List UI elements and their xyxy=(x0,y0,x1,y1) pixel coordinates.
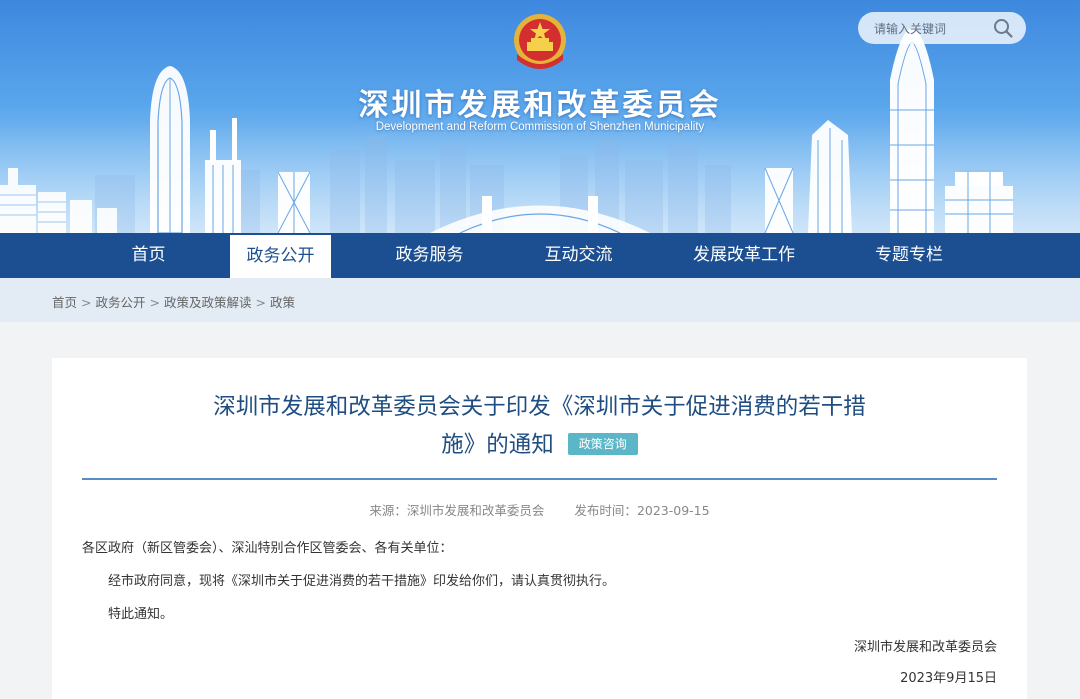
breadcrumb-item-home[interactable]: 首页 xyxy=(52,295,77,310)
article-title-line1: 深圳市发展和改革委员会关于印发《深圳市关于促进消费的若干措 xyxy=(213,394,866,420)
source-value: 深圳市发展和改革委员会 xyxy=(406,503,545,518)
nav-item-home[interactable]: 首页 xyxy=(98,233,199,278)
national-emblem-icon xyxy=(514,14,566,69)
nav-item-reform-work[interactable]: 发展改革工作 xyxy=(670,233,818,278)
header-banner: 深圳市发展和改革委员会 Development and Reform Commi… xyxy=(0,0,1080,233)
nav-item-government-affairs-open[interactable]: 政务公开 xyxy=(230,235,331,278)
main-nav: 首页 政务公开 政务服务 互动交流 发展改革工作 专题专栏 xyxy=(0,233,1080,278)
salutation: 各区政府（新区管委会）、深汕特别合作区管委会、各有关单位： xyxy=(82,541,453,556)
breadcrumb-item-policy[interactable]: 政策 xyxy=(270,295,295,310)
breadcrumb-separator: > xyxy=(149,295,160,310)
category-badge[interactable]: 政策咨询 xyxy=(567,433,638,455)
source-label: 来源： xyxy=(369,503,407,518)
signature-date: 2023年9月15日 xyxy=(900,671,997,686)
signature: 深圳市发展和改革委员会 xyxy=(853,640,997,655)
nav-item-interaction[interactable]: 互动交流 xyxy=(520,233,637,278)
article-title-line2: 施》的通知 xyxy=(441,432,554,458)
nav-item-special-topics[interactable]: 专题专栏 xyxy=(850,233,968,278)
date-label: 发布时间： xyxy=(574,503,637,518)
site-subtitle: Development and Reform Commission of She… xyxy=(375,121,705,133)
breadcrumb-separator: > xyxy=(255,295,266,310)
breadcrumb-item-government-affairs-open[interactable]: 政务公开 xyxy=(96,295,146,310)
article-card: 深圳市发展和改革委员会关于印发《深圳市关于促进消费的若干措 施》的通知 政策咨询 … xyxy=(52,358,1027,699)
closing-paragraph: 特此通知。 xyxy=(108,607,174,622)
article-title-line2-wrap: 施》的通知 政策咨询 xyxy=(82,426,997,464)
breadcrumb-bar: 首页 > 政务公开 > 政策及政策解读 > 政策 xyxy=(0,278,1080,322)
breadcrumb-separator: > xyxy=(81,295,92,310)
search-input[interactable] xyxy=(872,18,994,40)
site-title: 深圳市发展和改革委员会 xyxy=(358,88,722,123)
search-icon[interactable] xyxy=(992,17,1014,39)
date-value: 2023-09-15 xyxy=(636,503,710,518)
breadcrumb: 首页 > 政务公开 > 政策及政策解读 > 政策 xyxy=(52,292,295,311)
nav-item-government-services[interactable]: 政务服务 xyxy=(372,233,487,278)
search-box xyxy=(858,12,1026,44)
article-meta: 来源：深圳市发展和改革委员会 发布时间：2023-09-15 xyxy=(82,500,997,519)
article-title: 深圳市发展和改革委员会关于印发《深圳市关于促进消费的若干措 施》的通知 政策咨询 xyxy=(82,388,997,464)
title-divider xyxy=(82,478,997,480)
body-paragraph: 经市政府同意，现将《深圳市关于促进消费的若干措施》印发给你们，请认真贯彻执行。 xyxy=(108,574,616,589)
breadcrumb-item-policy-interpretation[interactable]: 政策及政策解读 xyxy=(164,295,252,310)
